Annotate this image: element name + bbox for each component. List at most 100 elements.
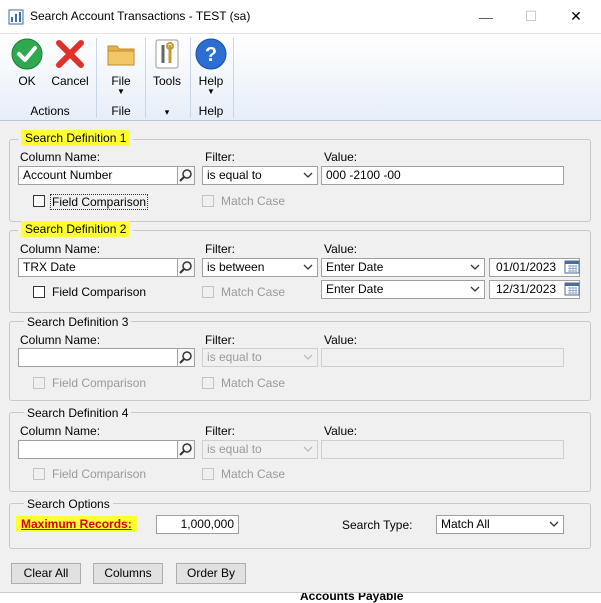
column-lookup-button-2[interactable] [177, 258, 195, 277]
match-case-checkbox-1[interactable] [202, 195, 214, 207]
filter-select-4-value: is equal to [207, 442, 262, 456]
from-date-type-value: Enter Date [326, 260, 384, 274]
column-name-field-1[interactable]: Account Number [18, 166, 178, 185]
minimize-button[interactable]: — [463, 0, 509, 33]
ribbon-separator [190, 38, 191, 118]
filter-label: Filter: [205, 242, 235, 256]
column-name-field-2[interactable]: TRX Date [18, 258, 178, 277]
chevron-down-icon [549, 521, 559, 527]
to-date-type-value: Enter Date [326, 282, 384, 296]
column-name-field-4[interactable] [18, 440, 178, 459]
search-definition-2-legend: Search Definition 2 [18, 221, 134, 237]
ok-button[interactable]: OK [7, 36, 47, 100]
search-definition-1-title: Search Definition 1 [21, 130, 131, 146]
help-icon: ? [195, 38, 227, 70]
value-field-4[interactable] [321, 440, 564, 459]
chevron-down-icon [470, 264, 480, 270]
field-comparison-label-3: Field Comparison [52, 376, 147, 390]
search-type-label: Search Type: [342, 518, 413, 532]
column-name-field-3[interactable] [18, 348, 178, 367]
magnifier-icon [179, 443, 192, 456]
help-label: Help [198, 74, 224, 88]
search-type-value: Match All [441, 517, 490, 531]
chevron-down-icon [303, 264, 313, 270]
search-definition-2-title: Search Definition 2 [21, 221, 131, 237]
background-window-strip: Accounts Payable [0, 592, 601, 603]
to-date-value: 12/31/2023 [496, 282, 557, 296]
file-group-label: File [111, 104, 131, 118]
ribbon: OK Cancel Actions File ▼ File Tools ▾ ? … [0, 34, 601, 121]
column-lookup-button-3[interactable] [177, 348, 195, 367]
tools-group-caret[interactable]: ▾ [148, 107, 186, 118]
chevron-down-icon [303, 172, 313, 178]
calendar-icon[interactable] [564, 282, 580, 296]
title-bar: Search Account Transactions - TEST (sa) … [0, 0, 601, 34]
column-name-label: Column Name: [20, 242, 101, 256]
file-dropdown-caret: ▼ [117, 87, 125, 96]
value-label: Value: [324, 150, 358, 164]
match-case-checkbox-2[interactable] [202, 286, 214, 298]
filter-select-4[interactable]: is equal to [202, 440, 318, 459]
from-date-type-select[interactable]: Enter Date [321, 258, 485, 277]
to-date-type-select[interactable]: Enter Date [321, 280, 485, 299]
ribbon-separator [96, 38, 97, 118]
filter-select-2[interactable]: is between [202, 258, 318, 277]
maximum-records-field[interactable]: 1,000,000 [156, 515, 239, 534]
columns-button[interactable]: Columns [93, 563, 163, 584]
field-comparison-label-1: Field Comparison [50, 194, 149, 210]
search-type-select[interactable]: Match All [436, 515, 564, 534]
maximize-button[interactable]: ☐ [508, 0, 554, 33]
calendar-icon[interactable] [564, 260, 580, 274]
filter-select-1[interactable]: is equal to [202, 166, 318, 185]
help-group-label: Help [198, 104, 224, 118]
filter-select-3[interactable]: is equal to [202, 348, 318, 367]
clear-all-button[interactable]: Clear All [11, 563, 81, 584]
column-name-label: Column Name: [20, 333, 101, 347]
search-definition-4-title: Search Definition 4 [24, 406, 132, 420]
maximum-records-label: Maximum Records: [16, 516, 137, 532]
filter-select-2-value: is between [207, 260, 265, 274]
file-menu-button[interactable]: File ▼ [102, 36, 140, 100]
chevron-down-icon [303, 354, 313, 360]
tools-icon [155, 39, 179, 69]
value-label: Value: [324, 424, 358, 438]
tools-menu-button[interactable]: Tools [148, 36, 186, 100]
help-menu-button[interactable]: ? Help ▼ [192, 36, 230, 100]
value-label: Value: [324, 242, 358, 256]
help-dropdown-caret: ▼ [207, 87, 215, 96]
filter-label: Filter: [205, 424, 235, 438]
file-label: File [111, 74, 131, 88]
match-case-label-1: Match Case [221, 194, 286, 208]
from-date-value: 01/01/2023 [496, 260, 557, 274]
search-definition-1-legend: Search Definition 1 [18, 130, 134, 146]
close-window-button[interactable]: ✕ [553, 0, 599, 33]
column-lookup-button-4[interactable] [177, 440, 195, 459]
filter-select-3-value: is equal to [207, 350, 262, 364]
background-row-text: Accounts Payable [300, 592, 404, 603]
window-title: Search Account Transactions - TEST (sa) [30, 9, 251, 23]
order-by-button[interactable]: Order By [176, 563, 246, 584]
ribbon-separator [145, 38, 146, 118]
value-field-1[interactable]: 000 -2100 -00 [321, 166, 564, 185]
cancel-button[interactable]: Cancel [50, 36, 90, 100]
column-lookup-button-1[interactable] [177, 166, 195, 185]
filter-select-1-value: is equal to [207, 168, 262, 182]
red-x-icon [56, 40, 84, 68]
actions-group-label: Actions [30, 104, 70, 118]
match-case-checkbox-4[interactable] [202, 468, 214, 480]
app-icon [8, 9, 24, 25]
magnifier-icon [179, 261, 192, 274]
value-field-3[interactable] [321, 348, 564, 367]
checkmark-icon [11, 38, 43, 70]
field-comparison-checkbox-4[interactable] [33, 468, 45, 480]
field-comparison-checkbox-2[interactable] [33, 286, 45, 298]
value-label: Value: [324, 333, 358, 347]
field-comparison-label-4: Field Comparison [52, 467, 147, 481]
chevron-down-icon [470, 286, 480, 292]
ok-label: OK [18, 74, 36, 88]
filter-label: Filter: [205, 333, 235, 347]
field-comparison-checkbox-3[interactable] [33, 377, 45, 389]
match-case-checkbox-3[interactable] [202, 377, 214, 389]
search-definition-3-title: Search Definition 3 [24, 315, 132, 329]
field-comparison-checkbox-1[interactable] [33, 195, 45, 207]
